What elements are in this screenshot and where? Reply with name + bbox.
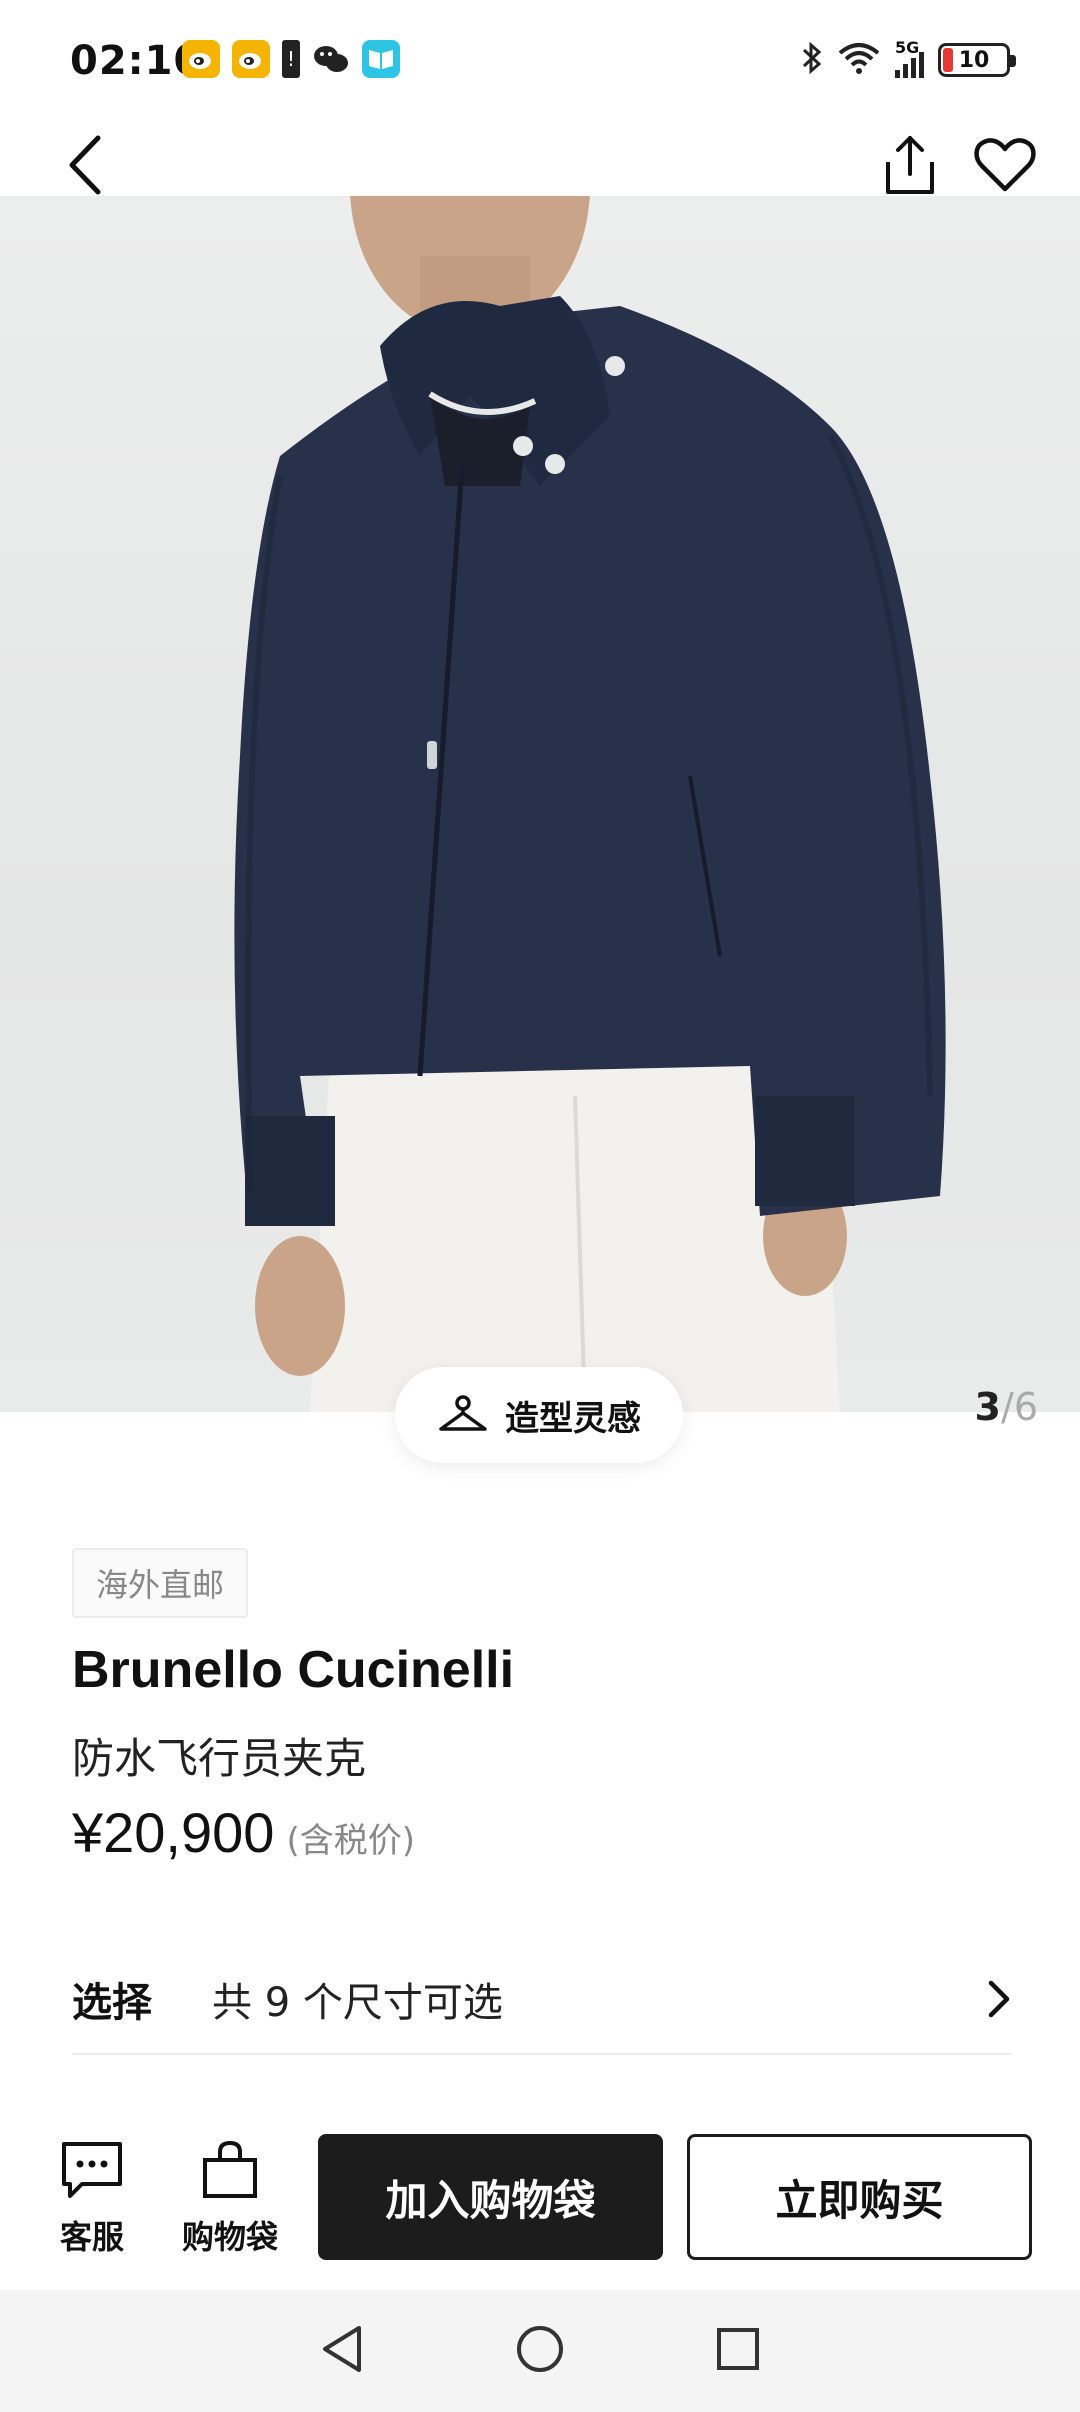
system-status: 5G 10 <box>801 38 1016 80</box>
product-name: 防水飞行员夹克 <box>72 1734 367 1783</box>
share-icon <box>886 136 934 194</box>
cell-signal-icon: 5G <box>895 38 924 78</box>
nav-home-button[interactable] <box>515 2324 565 2378</box>
product-image[interactable] <box>0 196 1080 1412</box>
nav-back-button[interactable] <box>319 2324 365 2378</box>
wechat-icon <box>312 40 350 78</box>
wifi-icon <box>837 41 881 79</box>
status-bar: 02:10 ! 5G 10 <box>0 0 1080 130</box>
system-navigation-bar <box>0 2290 1080 2412</box>
total-images: 6 <box>1013 1385 1038 1429</box>
favorite-button[interactable] <box>965 125 1045 205</box>
back-button[interactable] <box>45 125 125 205</box>
jacket-photo <box>234 196 946 1412</box>
chevron-right-icon <box>972 1979 1012 2019</box>
nav-recents-button[interactable] <box>715 2326 761 2376</box>
network-type: 5G <box>895 38 920 57</box>
alert-icon: ! <box>282 40 300 78</box>
notification-icons: ! <box>182 40 400 78</box>
size-count-text: 共 9 个尺寸可选 <box>212 1980 503 2026</box>
current-image: 3 <box>974 1385 1001 1429</box>
bluetooth-icon <box>801 40 823 80</box>
size-select-row[interactable]: 选择 共 9 个尺寸可选 <box>72 1945 1012 2055</box>
shopping-bag-button[interactable]: 购物袋 <box>170 2140 290 2258</box>
shipping-tag: 海外直邮 <box>72 1548 249 1618</box>
triangle-back-icon <box>323 2326 361 2372</box>
service-label: 客服 <box>59 2218 124 2256</box>
price-row: ¥20,900 (含税价) <box>72 1800 415 1865</box>
style-inspiration-button[interactable]: 造型灵感 <box>395 1367 683 1463</box>
buy-now-button[interactable]: 立即购买 <box>687 2134 1032 2260</box>
customer-service-button[interactable]: 客服 <box>52 2140 132 2258</box>
reader-app-icon <box>362 40 400 78</box>
weibo-icon <box>182 40 220 78</box>
share-button[interactable] <box>870 125 950 205</box>
tax-note: (含税价) <box>286 1821 415 1861</box>
hanger-icon <box>439 1395 487 1431</box>
brand-name[interactable]: Brunello Cucinelli <box>72 1640 514 1700</box>
select-label: 选择 <box>72 1980 152 2026</box>
heart-icon <box>974 138 1036 192</box>
top-nav <box>0 130 1080 196</box>
chat-icon <box>62 2142 122 2198</box>
battery-icon: 10 <box>938 43 1016 77</box>
add-to-bag-button[interactable]: 加入购物袋 <box>318 2134 663 2260</box>
battery-level: 10 <box>958 47 990 73</box>
chevron-left-icon <box>69 135 101 195</box>
bag-label: 购物袋 <box>181 2218 278 2256</box>
weibo-icon <box>232 40 270 78</box>
style-inspiration-label: 造型灵感 <box>505 1398 641 1439</box>
square-recents-icon <box>717 2328 759 2370</box>
bag-icon <box>203 2140 257 2198</box>
image-page-indicator: 3/6 <box>975 1385 1038 1429</box>
circle-home-icon <box>517 2326 563 2372</box>
image-separator: / <box>1001 1385 1014 1429</box>
product-price: ¥20,900 <box>72 1801 275 1864</box>
bottom-action-bar: 客服 购物袋 加入购物袋 立即购买 <box>0 2110 1080 2280</box>
